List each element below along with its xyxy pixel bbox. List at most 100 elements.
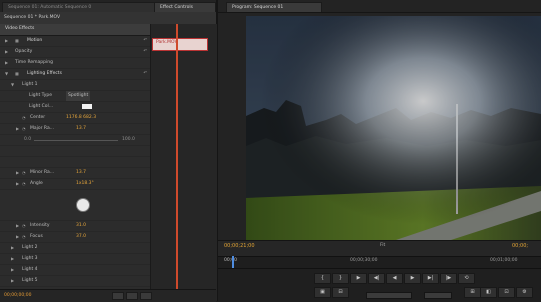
trim-button[interactable]: ◧: [480, 287, 497, 298]
fx-badge-icon[interactable]: ■: [15, 36, 19, 46]
shuttle-slider[interactable]: [424, 292, 452, 299]
effect-label: Light 3: [22, 256, 38, 261]
stopwatch-icon[interactable]: ◔: [22, 232, 26, 242]
program-video-frame[interactable]: [246, 16, 541, 240]
param-row-major-radius[interactable]: ▶ ◔ Major Ra... 13.7: [0, 124, 150, 135]
program-tab-bar: Program: Sequence 01: [218, 0, 541, 13]
effect-label: Light 5: [22, 278, 38, 283]
param-label: Angle: [30, 181, 43, 186]
param-label: Minor Ra...: [30, 170, 55, 175]
param-label: Focus: [30, 234, 43, 239]
effect-row-light2[interactable]: ▶ Light 2: [0, 243, 150, 254]
light-type-dropdown[interactable]: Spotlight: [66, 91, 91, 101]
stopwatch-icon[interactable]: ◔: [22, 221, 26, 231]
param-row-light-type[interactable]: Light Type Spotlight: [0, 91, 150, 102]
slider-min-label: 0.0: [24, 137, 32, 142]
angle-dial-icon[interactable]: [76, 198, 90, 212]
expand-triangle-icon[interactable]: ▶: [5, 36, 8, 46]
stopwatch-icon[interactable]: ◔: [22, 113, 26, 123]
go-to-in-button[interactable]: ◀|: [368, 273, 385, 284]
reset-icon[interactable]: ↶: [143, 47, 147, 57]
zoom-out-icon[interactable]: [112, 292, 124, 300]
param-label: Center: [30, 115, 46, 120]
expand-triangle-icon[interactable]: ▶: [11, 254, 14, 264]
param-row-slider[interactable]: 0.0 100.0: [0, 135, 150, 146]
expand-triangle-icon[interactable]: ▶: [11, 265, 14, 275]
lift-button[interactable]: ⊟: [332, 287, 349, 298]
effect-row-time-remapping[interactable]: ▶ Time Remapping: [0, 58, 150, 69]
stopwatch-icon[interactable]: ◔: [22, 168, 26, 178]
expand-triangle-icon[interactable]: ▶: [16, 232, 19, 242]
loop-button[interactable]: ⟲: [458, 273, 475, 284]
step-forward-button[interactable]: ▶|: [422, 273, 439, 284]
fit-dropdown[interactable]: Fit: [380, 243, 385, 248]
tab-sequence[interactable]: Sequence 01: Automatic Sequence 0: [2, 2, 160, 12]
param-row-focus[interactable]: ▶ ◔ Focus 37.0: [0, 232, 150, 243]
effect-row-light5[interactable]: ▶ Light 5: [0, 276, 150, 287]
stopwatch-icon[interactable]: ◔: [22, 124, 26, 134]
expand-triangle-icon[interactable]: ▶: [11, 276, 14, 286]
expand-triangle-icon[interactable]: ▶: [5, 58, 8, 68]
param-row-intensity[interactable]: ▶ ◔ Intensity 31.0: [0, 221, 150, 232]
collapse-triangle-icon[interactable]: ▼: [11, 80, 14, 90]
param-row-minor-radius[interactable]: ▶ ◔ Minor Ra... 13.7: [0, 168, 150, 179]
expand-triangle-icon[interactable]: ▶: [16, 168, 19, 178]
play-arrow-button[interactable]: ▶: [350, 273, 367, 284]
mark-in-button[interactable]: {: [314, 273, 331, 284]
effect-row-lighting[interactable]: ▼ ■ Lighting Effects ↶: [0, 69, 150, 80]
effect-row-light4[interactable]: ▶ Light 4: [0, 265, 150, 276]
reset-icon[interactable]: ↶: [143, 36, 147, 46]
step-back-button[interactable]: ◀: [386, 273, 403, 284]
expand-triangle-icon[interactable]: ▶: [5, 47, 8, 57]
angle-value[interactable]: 1x18.3°: [76, 179, 94, 189]
effect-row-light1[interactable]: ▼ Light 1: [0, 80, 150, 91]
expand-triangle-icon[interactable]: ▶: [16, 179, 19, 189]
tab-effect-controls[interactable]: Effect Controls: [154, 2, 216, 12]
param-row-light-color[interactable]: Light Col...: [0, 102, 150, 113]
intensity-value[interactable]: 31.0: [76, 221, 86, 231]
param-row-angle[interactable]: ▶ ◔ Angle 1x18.3°: [0, 179, 150, 190]
effect-timeline-strip[interactable]: [150, 24, 217, 301]
video-effects-header: Video Effects: [0, 24, 150, 36]
param-label: Major Ra...: [30, 126, 55, 131]
effect-controls-timecode[interactable]: 00;00;00;00: [4, 293, 31, 298]
export-frame-button[interactable]: ⊡: [498, 287, 515, 298]
minor-radius-value[interactable]: 13.7: [76, 168, 86, 178]
stopwatch-icon[interactable]: ◔: [22, 179, 26, 189]
extract-button[interactable]: ⊞: [464, 287, 481, 298]
effect-playhead[interactable]: [176, 24, 178, 301]
go-to-out-button[interactable]: |▶: [440, 273, 457, 284]
expand-triangle-icon[interactable]: ▶: [16, 221, 19, 231]
slider-track[interactable]: [34, 140, 118, 141]
jog-wheel[interactable]: [366, 292, 412, 299]
slider-max-label: 100.0: [122, 137, 135, 142]
effect-label: Time Remapping: [15, 60, 53, 65]
fx-badge-icon[interactable]: ■: [15, 69, 19, 79]
tab-program[interactable]: Program: Sequence 01: [226, 2, 322, 12]
zoom-slider[interactable]: [126, 292, 138, 300]
safe-margins-button[interactable]: ▣: [314, 287, 331, 298]
current-timecode[interactable]: 00;00;21;00: [224, 243, 255, 249]
settings-button[interactable]: ⚙: [516, 287, 533, 298]
mark-out-button[interactable]: }: [332, 273, 349, 284]
effect-controls-footer: [0, 289, 216, 302]
effect-label: Motion: [27, 38, 43, 43]
light-color-swatch[interactable]: [82, 104, 92, 109]
reset-icon[interactable]: ↶: [143, 69, 147, 79]
expand-triangle-icon[interactable]: ▶: [11, 243, 14, 253]
major-radius-value[interactable]: 13.7: [76, 124, 86, 134]
focus-value[interactable]: 37.0: [76, 232, 86, 242]
param-row-center[interactable]: ◔ Center 1176.8 682.3: [0, 113, 150, 124]
collapse-triangle-icon[interactable]: ▼: [5, 69, 8, 79]
program-playhead[interactable]: [232, 256, 234, 268]
sequence-clip-label: Sequence 01 * Park.MOV: [4, 15, 61, 20]
play-button[interactable]: ▶: [404, 273, 421, 284]
center-value[interactable]: 1176.8 682.3: [66, 113, 96, 123]
effect-row-opacity[interactable]: ▶ Opacity ↶: [0, 47, 150, 58]
ruler-end-label: 00;01;00;00: [490, 258, 518, 263]
zoom-in-icon[interactable]: [140, 292, 152, 300]
effect-row-motion[interactable]: ▶ ■ Motion ↶: [0, 36, 150, 47]
expand-triangle-icon[interactable]: ▶: [16, 124, 19, 134]
param-row-angle-dial[interactable]: [0, 190, 150, 221]
effect-row-light3[interactable]: ▶ Light 3: [0, 254, 150, 265]
